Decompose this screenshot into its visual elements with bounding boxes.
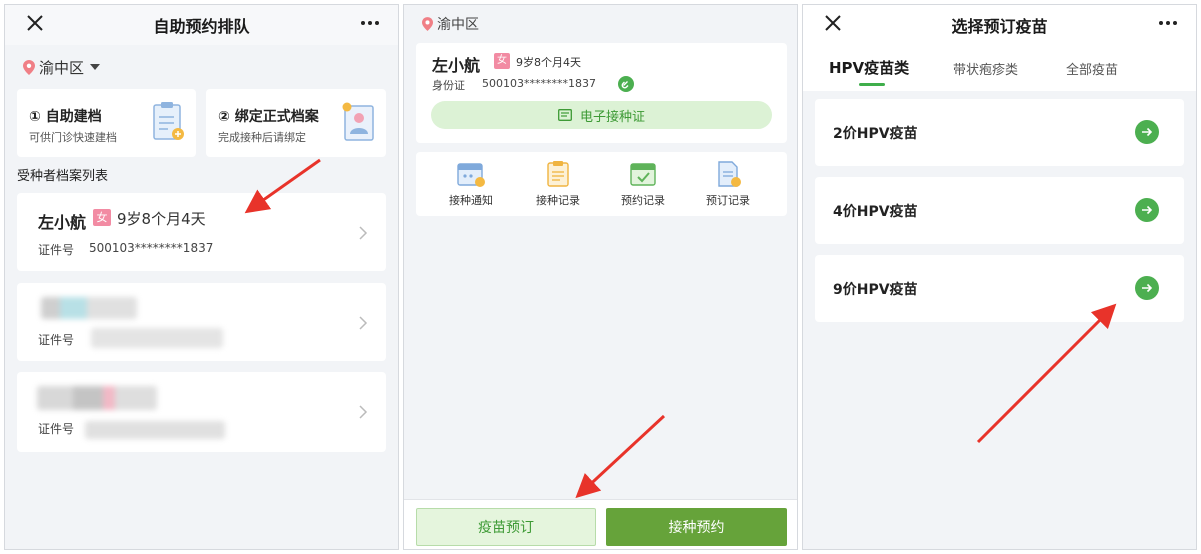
menu-vaccination-record[interactable]: 接种记录 — [523, 160, 593, 208]
id-number: 500103********1837 — [482, 77, 596, 90]
district-name: 渝中区 — [39, 58, 85, 77]
appointment-check-icon — [630, 163, 656, 186]
booking-doc-icon — [718, 161, 741, 187]
menu-label: 预约记录 — [621, 194, 665, 207]
select-vaccine-screen: 选择预订疫苗 HPV疫苗类 带状疱疹类 全部疫苗 2价HPV疫苗 4价HPV疫苗… — [802, 4, 1197, 550]
vaccine-name: 9价HPV疫苗 — [833, 282, 918, 298]
tab-all-vaccines[interactable]: 全部疫苗 — [1066, 59, 1118, 78]
record-item[interactable]: 左小航 女 9岁8个月4天 证件号 500103********1837 — [17, 193, 386, 271]
record-id-label: 证件号 — [38, 243, 75, 257]
chevron-right-icon — [359, 405, 368, 419]
more-icon[interactable] — [1156, 11, 1180, 35]
e-vaccination-cert-button[interactable]: 电子接种证 — [431, 101, 772, 129]
recipient-age: 9岁8个月4天 — [516, 56, 581, 69]
vaccine-name: 4价HPV疫苗 — [833, 204, 918, 220]
menu-booking-record[interactable]: 预订记录 — [693, 160, 763, 208]
vaccine-item[interactable]: 9价HPV疫苗 — [815, 255, 1184, 322]
record-name: 左小航 — [38, 213, 87, 232]
link-icon[interactable] — [618, 76, 634, 92]
arrow-right-circle-icon[interactable] — [1135, 120, 1159, 144]
arrow-right-circle-icon[interactable] — [1135, 198, 1159, 222]
profile-card-icon — [342, 102, 374, 141]
district-name: 渝中区 — [437, 17, 479, 33]
clipboard-add-icon — [153, 102, 184, 140]
self-register-subtitle: 可供门诊快速建档 — [29, 131, 117, 144]
vaccine-category-tabs: HPV疫苗类 带状疱疹类 全部疫苗 — [803, 45, 1196, 91]
bind-record-card[interactable]: ② 绑定正式档案 完成接种后请绑定 — [206, 89, 386, 157]
menu-label: 接种通知 — [449, 194, 493, 207]
vaccine-item[interactable]: 2价HPV疫苗 — [815, 99, 1184, 166]
vaccine-name: 2价HPV疫苗 — [833, 126, 918, 142]
top-bar: 选择预订疫苗 — [803, 5, 1196, 45]
redacted-name — [37, 386, 157, 410]
vaccination-appointment-button[interactable]: 接种预约 — [606, 508, 787, 546]
recipient-name: 左小航 — [432, 56, 481, 75]
redacted-name — [41, 297, 137, 319]
record-age: 9岁8个月4天 — [117, 210, 206, 228]
menu-label: 接种记录 — [536, 194, 580, 207]
location-pin-icon — [422, 17, 433, 31]
id-type-label: 身份证 — [432, 79, 465, 92]
district-selector[interactable]: 渝中区 — [23, 55, 101, 79]
self-service-queue-screen: 自助预约排队 渝中区 ① 自助建档 可供门诊快速建档 ② 绑定正式档案 完成接种… — [4, 4, 399, 550]
record-item[interactable]: 证件号 — [17, 283, 386, 361]
calendar-notice-icon — [457, 163, 485, 187]
record-item[interactable]: 证件号 — [17, 372, 386, 452]
service-menu: 接种通知 接种记录 预约记录 预订记录 — [416, 152, 787, 216]
redacted-id — [91, 328, 223, 348]
chevron-right-icon — [359, 316, 368, 330]
female-badge: 女 — [494, 53, 510, 69]
page-title: 选择预订疫苗 — [951, 17, 1048, 36]
menu-vaccination-notice[interactable]: 接种通知 — [436, 160, 506, 208]
top-bar: 自助预约排队 — [5, 5, 398, 45]
record-id-label: 证件号 — [38, 422, 75, 436]
arrow-right-circle-icon[interactable] — [1135, 276, 1159, 300]
record-id-label: 证件号 — [38, 333, 75, 347]
vaccine-item[interactable]: 4价HPV疫苗 — [815, 177, 1184, 244]
redacted-id — [85, 421, 225, 439]
self-register-title: ① 自助建档 — [29, 109, 102, 125]
record-id-value: 500103********1837 — [89, 241, 214, 255]
bottom-action-bar: 疫苗预订 接种预约 — [404, 499, 797, 549]
chevron-right-icon — [359, 226, 368, 240]
vaccine-booking-button[interactable]: 疫苗预订 — [416, 508, 596, 546]
self-register-card[interactable]: ① 自助建档 可供门诊快速建档 — [17, 89, 196, 157]
active-tab-indicator — [859, 83, 885, 86]
record-list-label: 受种者档案列表 — [17, 169, 109, 184]
bind-record-title: ② 绑定正式档案 — [218, 109, 319, 125]
e-vaccination-cert-label: 电子接种证 — [579, 109, 645, 125]
district-label: 渝中区 — [422, 13, 479, 35]
female-badge: 女 — [93, 209, 111, 226]
record-list-icon — [547, 161, 569, 187]
chevron-down-icon — [90, 64, 101, 70]
bind-record-subtitle: 完成接种后请绑定 — [218, 131, 306, 144]
tab-herpes-zoster[interactable]: 带状疱疹类 — [953, 59, 1018, 78]
menu-appointment-record[interactable]: 预约记录 — [608, 160, 678, 208]
menu-label: 预订记录 — [706, 194, 750, 207]
page-title: 自助预约排队 — [153, 17, 250, 36]
tab-hpv[interactable]: HPV疫苗类 — [829, 57, 909, 78]
recipient-card: 左小航 女 9岁8个月4天 身份证 500103********1837 电子接… — [416, 43, 787, 143]
recipient-detail-screen: 渝中区 左小航 女 9岁8个月4天 身份证 500103********1837… — [403, 4, 798, 550]
certificate-icon — [558, 109, 572, 121]
more-icon[interactable] — [358, 11, 382, 35]
location-pin-icon — [23, 59, 35, 75]
